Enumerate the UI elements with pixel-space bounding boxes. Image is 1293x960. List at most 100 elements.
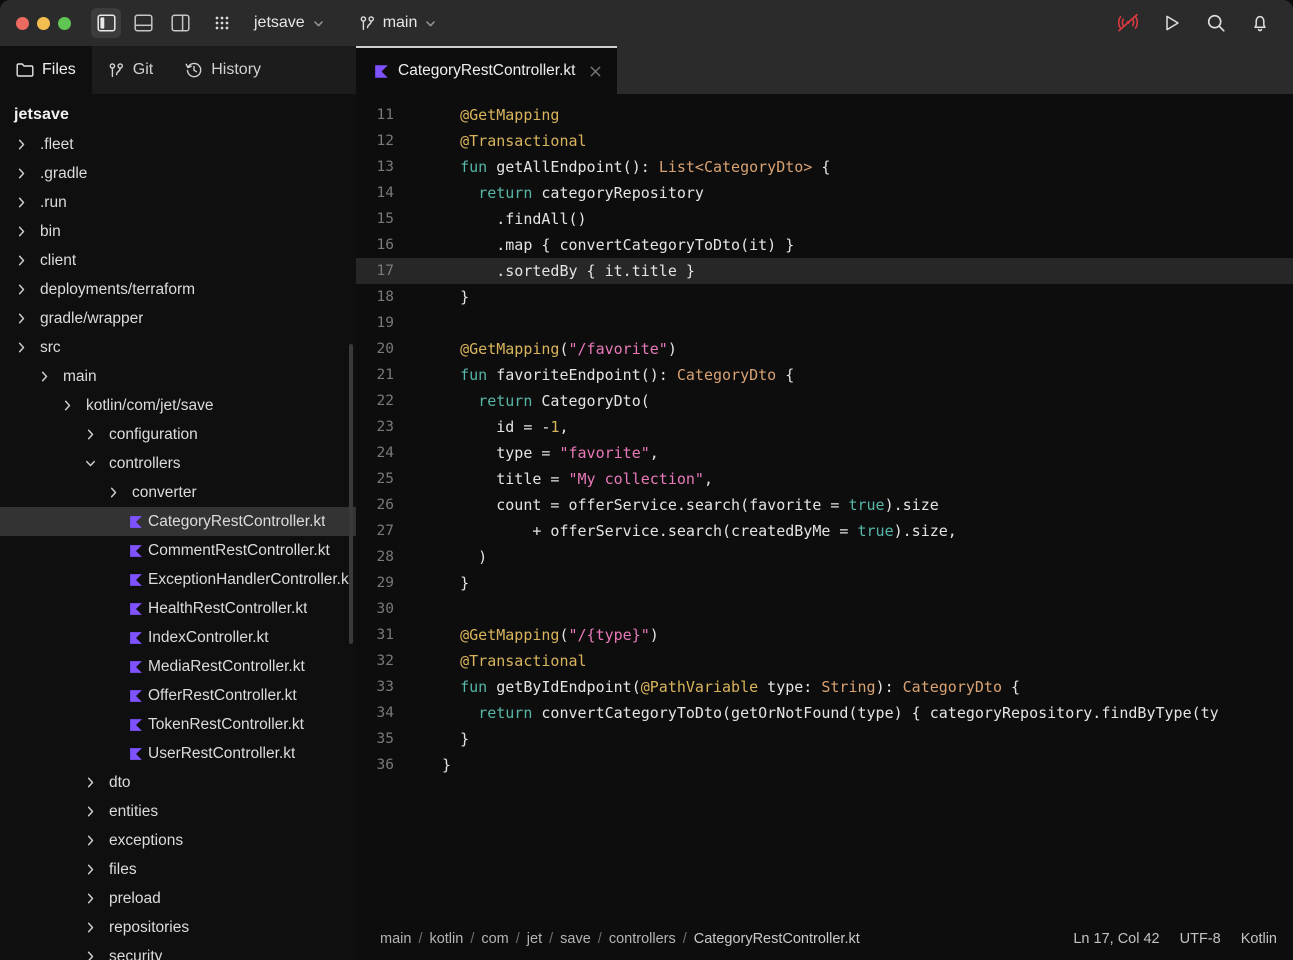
file-tree-file[interactable]: CategoryRestController.kt (0, 507, 356, 536)
file-tree-folder[interactable]: converter (0, 478, 356, 507)
code-line[interactable]: 16 .map { convertCategoryToDto(it) } (356, 232, 1293, 258)
sidebar-tab-git[interactable]: Git (92, 46, 169, 94)
code-line[interactable]: 12 @Transactional (356, 128, 1293, 154)
tree-disclosure-toggle[interactable] (102, 486, 124, 499)
breadcrumb-item[interactable]: jet (527, 931, 542, 947)
code-line[interactable]: 17 .sortedBy { it.title } (356, 258, 1293, 284)
file-tree-folder[interactable]: configuration (0, 420, 356, 449)
code-line[interactable]: 28 ) (356, 544, 1293, 570)
file-tree-folder[interactable]: deployments/terraform (0, 275, 356, 304)
breadcrumb-item[interactable]: main (380, 931, 411, 947)
tree-disclosure-toggle[interactable] (79, 863, 101, 876)
breadcrumb-item[interactable]: controllers (609, 931, 676, 947)
breadcrumb[interactable]: main/kotlin/com/jet/save/controllers/Cat… (380, 931, 860, 947)
code-line[interactable]: 13 fun getAllEndpoint(): List<CategoryDt… (356, 154, 1293, 180)
file-tree-folder[interactable]: repositories (0, 913, 356, 942)
code-line[interactable]: 36 } (356, 752, 1293, 778)
file-tree-folder[interactable]: files (0, 855, 356, 884)
code-line[interactable]: 14 return categoryRepository (356, 180, 1293, 206)
language-indicator[interactable]: Kotlin (1241, 931, 1277, 947)
search-button[interactable] (1203, 10, 1229, 36)
code-editor[interactable]: 11 @GetMapping12 @Transactional13 fun ge… (356, 94, 1293, 918)
code-line[interactable]: 34 return convertCategoryToDto(getOrNotF… (356, 700, 1293, 726)
file-tree-folder[interactable]: controllers (0, 449, 356, 478)
no-signal-button[interactable] (1115, 10, 1141, 36)
tree-disclosure-toggle[interactable] (79, 428, 101, 441)
code-line[interactable]: 11 @GetMapping (356, 102, 1293, 128)
tree-disclosure-toggle[interactable] (79, 892, 101, 905)
tree-disclosure-toggle[interactable] (79, 921, 101, 934)
code-line[interactable]: 29 } (356, 570, 1293, 596)
project-selector[interactable]: jetsave (247, 11, 332, 35)
tree-disclosure-toggle[interactable] (79, 834, 101, 847)
tree-disclosure-toggle[interactable] (10, 341, 32, 354)
tree-disclosure-toggle[interactable] (10, 225, 32, 238)
breadcrumb-item[interactable]: save (560, 931, 591, 947)
minimize-window-button[interactable] (37, 17, 50, 30)
code-line[interactable]: 22 return CategoryDto( (356, 388, 1293, 414)
sidebar-scrollbar[interactable] (349, 344, 353, 644)
file-tree-file[interactable]: OfferRestController.kt (0, 681, 356, 710)
code-line[interactable]: 35 } (356, 726, 1293, 752)
sidebar-tab-files[interactable]: Files (0, 46, 92, 94)
maximize-window-button[interactable] (58, 17, 71, 30)
code-line[interactable]: 31 @GetMapping("/{type}") (356, 622, 1293, 648)
file-tree-folder[interactable]: preload (0, 884, 356, 913)
file-tree-folder[interactable]: gradle/wrapper (0, 304, 356, 333)
tree-disclosure-toggle[interactable] (10, 254, 32, 267)
file-tree-folder[interactable]: src (0, 333, 356, 362)
code-line[interactable]: 24 type = "favorite", (356, 440, 1293, 466)
file-tree-folder[interactable]: client (0, 246, 356, 275)
close-icon[interactable] (588, 64, 603, 79)
code-line[interactable]: 27 + offerService.search(createdByMe = t… (356, 518, 1293, 544)
breadcrumb-item[interactable]: kotlin (429, 931, 463, 947)
file-tree-file[interactable]: TokenRestController.kt (0, 710, 356, 739)
file-tree-folder[interactable]: entities (0, 797, 356, 826)
file-tree-file[interactable]: UserRestController.kt (0, 739, 356, 768)
code-line[interactable]: 33 fun getByIdEndpoint(@PathVariable typ… (356, 674, 1293, 700)
code-line[interactable]: 15 .findAll() (356, 206, 1293, 232)
tree-disclosure-toggle[interactable] (10, 167, 32, 180)
cursor-position[interactable]: Ln 17, Col 42 (1073, 931, 1159, 947)
sidebar-tab-history[interactable]: History (169, 46, 277, 94)
file-tree-file[interactable]: HealthRestController.kt (0, 594, 356, 623)
file-tree-folder[interactable]: .gradle (0, 159, 356, 188)
file-tree-folder[interactable]: bin (0, 217, 356, 246)
tree-disclosure-toggle[interactable] (10, 283, 32, 296)
file-tree-folder[interactable]: exceptions (0, 826, 356, 855)
tree-disclosure-toggle[interactable] (10, 196, 32, 209)
file-tree-folder[interactable]: kotlin/com/jet/save (0, 391, 356, 420)
code-line[interactable]: 25 title = "My collection", (356, 466, 1293, 492)
file-tree-folder[interactable]: dto (0, 768, 356, 797)
right-panel-toggle[interactable] (165, 8, 195, 38)
editor-tab-categoryrestcontroller[interactable]: CategoryRestController.kt (356, 46, 617, 94)
tree-disclosure-toggle[interactable] (33, 370, 55, 383)
breadcrumb-item[interactable]: com (481, 931, 508, 947)
code-line[interactable]: 26 count = offerService.search(favorite … (356, 492, 1293, 518)
breadcrumb-item[interactable]: CategoryRestController.kt (694, 931, 860, 947)
bottom-panel-toggle[interactable] (128, 8, 158, 38)
file-tree-folder[interactable]: .run (0, 188, 356, 217)
tree-disclosure-toggle[interactable] (79, 776, 101, 789)
close-window-button[interactable] (16, 17, 29, 30)
tree-disclosure-toggle[interactable] (10, 138, 32, 151)
left-panel-toggle[interactable] (91, 8, 121, 38)
file-tree-file[interactable]: MediaRestController.kt (0, 652, 356, 681)
code-line[interactable]: 21 fun favoriteEndpoint(): CategoryDto { (356, 362, 1293, 388)
code-line[interactable]: 20 @GetMapping("/favorite") (356, 336, 1293, 362)
tree-disclosure-toggle[interactable] (79, 457, 101, 470)
file-tree-file[interactable]: CommentRestController.kt (0, 536, 356, 565)
branch-selector[interactable]: main (352, 11, 445, 35)
file-tree-file[interactable]: ExceptionHandlerController.kt (0, 565, 356, 594)
code-line[interactable]: 30 (356, 596, 1293, 622)
tree-disclosure-toggle[interactable] (10, 312, 32, 325)
app-switcher-button[interactable] (207, 8, 237, 38)
code-line[interactable]: 19 (356, 310, 1293, 336)
run-button[interactable] (1159, 10, 1185, 36)
file-tree-file[interactable]: IndexController.kt (0, 623, 356, 652)
notifications-button[interactable] (1247, 10, 1273, 36)
tree-disclosure-toggle[interactable] (79, 950, 101, 960)
tree-disclosure-toggle[interactable] (79, 805, 101, 818)
code-line[interactable]: 23 id = -1, (356, 414, 1293, 440)
file-tree-folder[interactable]: main (0, 362, 356, 391)
